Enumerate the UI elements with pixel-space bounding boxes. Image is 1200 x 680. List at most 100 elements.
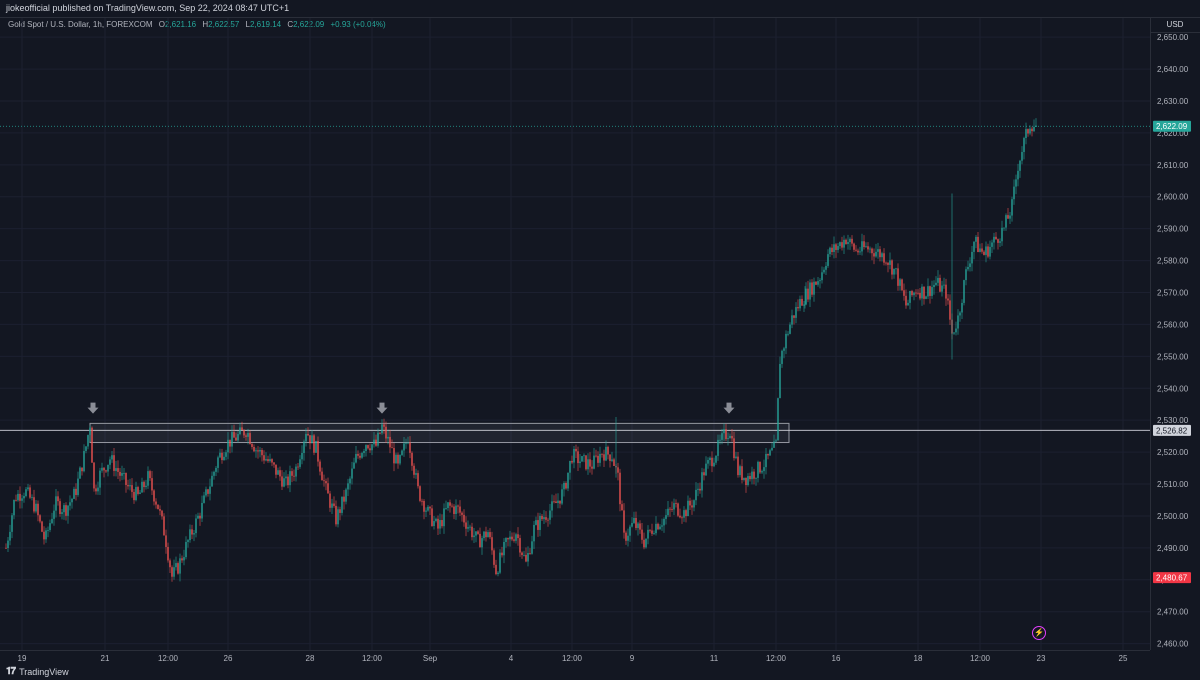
candle-body <box>395 454 397 464</box>
down-arrow-icon[interactable] <box>723 402 735 414</box>
candle-body <box>947 298 949 301</box>
candle-body <box>417 473 419 487</box>
candle-body <box>729 435 731 439</box>
price-chart[interactable] <box>0 18 1150 650</box>
candle-body <box>613 459 615 467</box>
candle-body <box>317 440 319 462</box>
down-arrow-icon[interactable] <box>376 402 388 414</box>
candle-body <box>1019 160 1021 171</box>
candle-body <box>163 516 165 536</box>
candle-body <box>463 514 465 523</box>
time-axis[interactable]: 19 21 12:00 26 28 12:00 Sep 4 12:00 9 11 12:00 16 18 1… <box>0 650 1150 665</box>
candle-body <box>697 488 699 490</box>
candle-body <box>521 552 523 556</box>
price-tick-label: 2,540.00 <box>1157 384 1189 393</box>
candle-body <box>757 461 759 478</box>
candle-body <box>817 281 819 285</box>
candle-body <box>909 291 911 303</box>
candle-body <box>953 332 955 334</box>
candle-body <box>927 286 929 297</box>
candle-body <box>731 435 733 439</box>
candle-body <box>165 535 167 547</box>
candle-body <box>751 471 753 480</box>
candle-body <box>99 470 101 488</box>
candle-body <box>715 455 717 463</box>
candle-body <box>869 248 871 250</box>
candle-body <box>621 504 623 511</box>
candle-body <box>659 526 661 530</box>
candle-body <box>669 508 671 510</box>
candle-body <box>901 279 903 291</box>
candle-body <box>673 503 675 510</box>
candle-body <box>885 262 887 264</box>
candle-body <box>931 287 933 296</box>
candle-body <box>647 529 649 539</box>
candle-body <box>439 520 441 529</box>
lightning-icon[interactable]: ⚡ <box>1032 626 1046 640</box>
candle-body <box>455 505 457 515</box>
candle-body <box>231 432 233 447</box>
candle-body <box>631 522 633 527</box>
candle-body <box>619 472 621 505</box>
candle-body <box>689 500 691 506</box>
candle-body <box>81 467 83 472</box>
candle-body <box>283 478 285 487</box>
candle-body <box>197 515 199 519</box>
candle-body <box>227 439 229 453</box>
candle-body <box>47 530 49 531</box>
candle-body <box>125 473 127 485</box>
candle-body <box>617 467 619 473</box>
candle-body <box>243 430 245 436</box>
candle-body <box>799 298 801 309</box>
candle-body <box>297 466 299 468</box>
candle-body <box>827 254 829 266</box>
candle-body <box>961 302 963 313</box>
candle-body <box>23 496 25 499</box>
candle-body <box>657 523 659 530</box>
time-tick-label: 12:00 <box>970 654 991 663</box>
candle-body <box>467 527 469 529</box>
time-tick-label: 28 <box>306 654 315 663</box>
publication-info: jiokeofficial published on TradingView.c… <box>6 3 290 13</box>
candle-body <box>741 466 743 480</box>
candle-body <box>705 463 707 476</box>
candle-body <box>131 485 133 492</box>
candle-body <box>609 454 611 461</box>
candle-body <box>907 302 909 306</box>
candle-body <box>653 533 655 534</box>
candle-body <box>601 453 603 455</box>
price-axis[interactable]: 2,650.002,640.002,630.002,620.002,610.00… <box>1150 18 1200 650</box>
candle-body <box>747 476 749 486</box>
candle-body <box>551 501 553 511</box>
candle-body <box>39 515 41 522</box>
candle-body <box>457 505 459 507</box>
candle-body <box>179 558 181 574</box>
candle-body <box>17 493 19 501</box>
candle-body <box>593 455 595 469</box>
candle-body <box>383 424 385 427</box>
candle-body <box>239 427 241 435</box>
candle-body <box>935 282 937 285</box>
candle-body <box>625 532 627 541</box>
candle-body <box>969 263 971 267</box>
time-tick-label: 25 <box>1119 654 1128 663</box>
down-arrow-icon[interactable] <box>87 402 99 414</box>
candle-body <box>271 459 273 463</box>
candle-body <box>41 521 43 532</box>
candle-body <box>443 508 445 527</box>
candle-body <box>181 558 183 561</box>
candle-body <box>153 490 155 502</box>
resistance-zone[interactable] <box>89 422 790 444</box>
candle-body <box>991 242 993 247</box>
candle-body <box>51 518 53 524</box>
candle-body <box>627 535 629 541</box>
candle-body <box>87 435 89 447</box>
candle-body <box>821 272 823 281</box>
candle-body <box>587 459 589 470</box>
candle-body <box>963 280 965 303</box>
candle-body <box>15 499 17 501</box>
candle-body <box>27 487 29 490</box>
candle-body <box>883 253 885 263</box>
candle-body <box>35 503 37 512</box>
candle-body <box>585 455 587 470</box>
